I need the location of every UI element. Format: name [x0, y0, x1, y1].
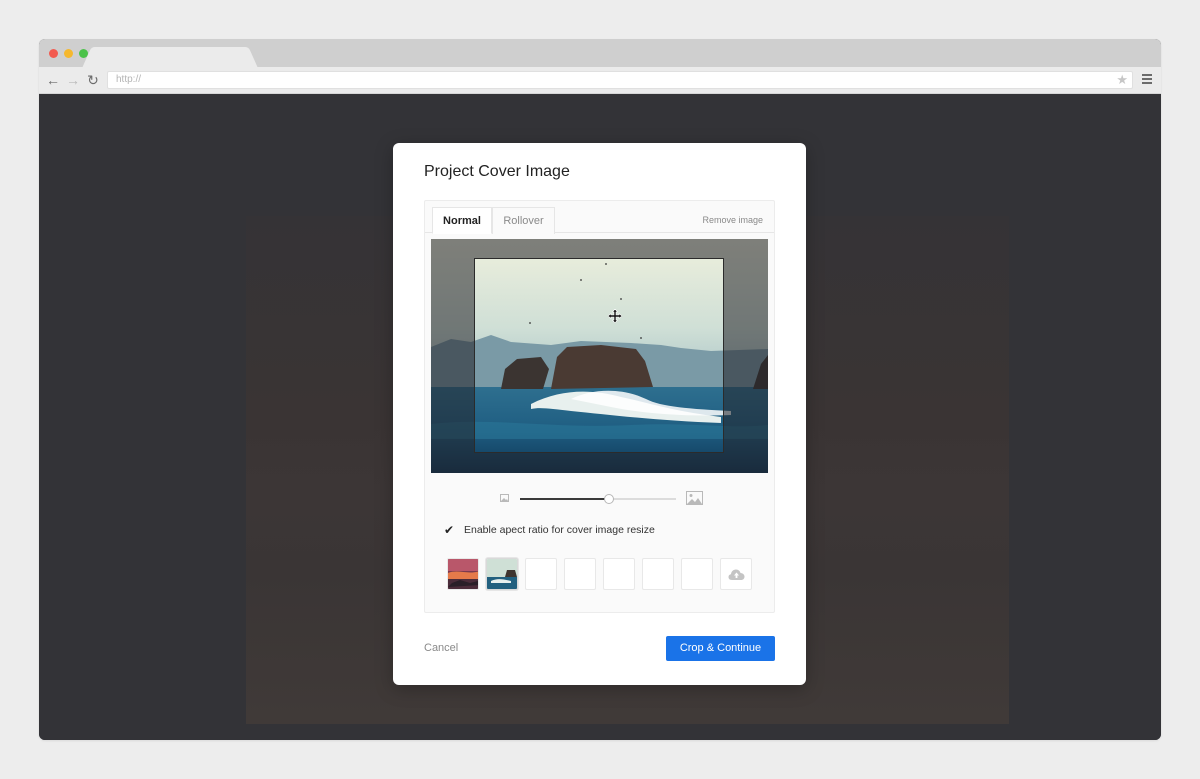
cancel-button[interactable]: Cancel	[424, 642, 458, 654]
title-bar	[39, 39, 1161, 67]
tab-rollover[interactable]: Rollover	[492, 207, 555, 234]
crop-continue-button[interactable]: Crop & Continue	[666, 636, 775, 661]
thumbnail-empty-slot[interactable]	[564, 558, 596, 590]
cloud-upload-icon	[728, 569, 745, 580]
crop-canvas[interactable]	[431, 239, 768, 473]
close-window-button[interactable]	[49, 49, 58, 58]
forward-arrow-icon[interactable]: →	[65, 71, 81, 89]
browser-tab[interactable]	[95, 47, 245, 67]
zoom-slider-fill	[520, 498, 609, 500]
thumbnail-empty-slot[interactable]	[525, 558, 557, 590]
crop-mask-right	[724, 258, 768, 453]
crop-mask-left	[431, 258, 474, 453]
tab-bar: Normal Rollover Remove image	[425, 201, 774, 234]
minimize-window-button[interactable]	[64, 49, 73, 58]
small-image-icon[interactable]	[500, 494, 509, 502]
sunset-image	[448, 559, 478, 589]
sea-image	[487, 559, 517, 589]
crop-mask-bottom	[431, 453, 768, 473]
back-arrow-icon[interactable]: ←	[45, 71, 61, 89]
thumbnail-empty-slot[interactable]	[681, 558, 713, 590]
zoom-control	[500, 491, 710, 507]
remove-image-link[interactable]: Remove image	[702, 215, 763, 225]
cover-image-modal: Project Cover Image Normal Rollover Remo…	[393, 143, 806, 685]
upload-button[interactable]	[720, 558, 752, 590]
thumbnail-empty-slot[interactable]	[642, 558, 674, 590]
address-text: http://	[116, 74, 142, 85]
thumbnail-sea[interactable]	[486, 558, 518, 590]
browser-toolbar: ← → ↻ http:// ★	[39, 67, 1161, 94]
editor-panel: Normal Rollover Remove image ✔ Enable ap…	[424, 200, 775, 613]
move-cursor-icon	[608, 309, 622, 323]
hamburger-menu-icon[interactable]	[1140, 72, 1154, 88]
address-bar[interactable]: http:// ★	[107, 71, 1133, 89]
zoom-slider-handle[interactable]	[603, 494, 614, 504]
tab-normal[interactable]: Normal	[432, 207, 492, 234]
crop-mask-top	[431, 239, 768, 258]
crop-selection[interactable]	[474, 258, 724, 453]
reload-icon[interactable]: ↻	[85, 71, 101, 89]
modal-title: Project Cover Image	[424, 163, 570, 180]
large-image-icon[interactable]	[686, 491, 703, 505]
thumbnail-sunset[interactable]	[447, 558, 479, 590]
zoom-slider[interactable]	[520, 494, 676, 504]
aspect-ratio-checkbox[interactable]: ✔	[444, 524, 456, 536]
star-icon[interactable]: ★	[1116, 72, 1128, 88]
thumbnail-empty-slot[interactable]	[603, 558, 635, 590]
aspect-ratio-label: Enable apect ratio for cover image resiz…	[464, 524, 655, 536]
